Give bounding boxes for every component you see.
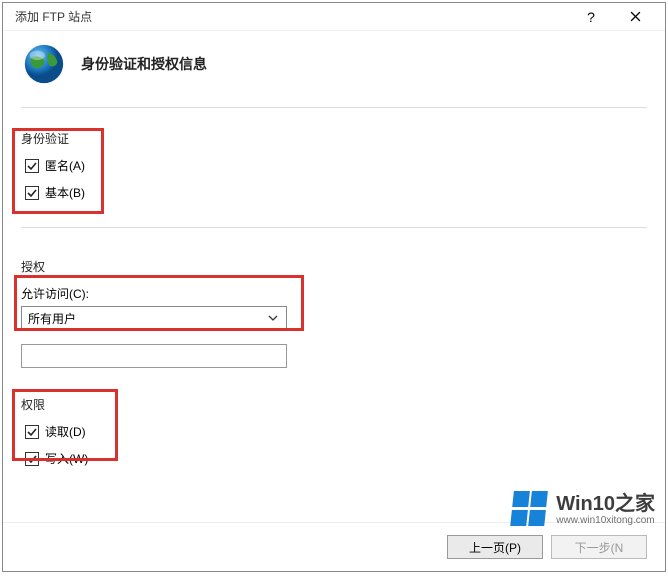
basic-label: 基本(B): [45, 184, 85, 201]
help-icon: ?: [587, 9, 595, 25]
write-checkbox-row[interactable]: 写入(W): [21, 450, 647, 467]
checkbox-icon: [25, 186, 39, 200]
users-textbox[interactable]: [21, 344, 287, 368]
auth-section-label: 身份验证: [21, 130, 647, 147]
dialog-window: 添加 FTP 站点 ? 身份验证和授权信息 身份验证: [2, 2, 666, 572]
basic-checkbox-row[interactable]: 基本(B): [21, 184, 647, 201]
checkbox-icon: [25, 452, 39, 466]
allow-access-combobox[interactable]: 所有用户: [21, 306, 287, 330]
globe-icon: [21, 41, 67, 87]
divider: [21, 227, 647, 228]
close-icon: [630, 11, 641, 22]
chevron-down-icon: [266, 315, 280, 321]
checkbox-icon: [25, 159, 39, 173]
page-title: 身份验证和授权信息: [81, 54, 207, 74]
help-button[interactable]: ?: [569, 3, 613, 31]
allow-access-label: 允许访问(C):: [21, 285, 647, 302]
read-label: 读取(D): [45, 423, 86, 440]
anonymous-label: 匿名(A): [45, 157, 85, 174]
content-area: 身份验证 匿名(A) 基本(B) 授权 允许访问(C): 所有用户: [3, 108, 665, 522]
header: 身份验证和授权信息: [3, 31, 665, 107]
authentication-section: 身份验证 匿名(A) 基本(B): [21, 130, 647, 201]
anonymous-checkbox-row[interactable]: 匿名(A): [21, 157, 647, 174]
authorization-section: 授权 允许访问(C): 所有用户: [21, 258, 647, 368]
next-button[interactable]: 下一步(N: [551, 535, 647, 559]
read-checkbox-row[interactable]: 读取(D): [21, 423, 647, 440]
perms-section-label: 权限: [21, 396, 647, 413]
previous-button[interactable]: 上一页(P): [447, 535, 543, 559]
permissions-section: 权限 读取(D) 写入(W): [21, 396, 647, 467]
authz-section-label: 授权: [21, 258, 647, 275]
close-button[interactable]: [613, 3, 657, 31]
footer: 上一页(P) 下一步(N: [3, 522, 665, 571]
window-title: 添加 FTP 站点: [15, 8, 569, 25]
titlebar: 添加 FTP 站点 ?: [3, 3, 665, 31]
write-label: 写入(W): [45, 450, 88, 467]
combobox-value: 所有用户: [28, 310, 266, 327]
checkbox-icon: [25, 425, 39, 439]
